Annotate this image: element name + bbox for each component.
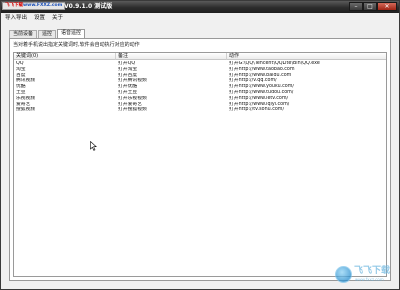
menu-bar: 导入导出 设置 关于 bbox=[1, 13, 399, 23]
keyword-list[interactable]: 关键词(0) 备注 动作 QQ 打开QQ 打开G:\QQ\Tencent\QQL… bbox=[13, 52, 387, 277]
close-button[interactable]: ✕ bbox=[377, 2, 397, 11]
brand-prefix: 飞飞下载 bbox=[5, 3, 23, 8]
tab-current-device[interactable]: 当前设备 bbox=[9, 30, 38, 38]
note-cell: 打开搜狐视频 bbox=[118, 107, 147, 113]
watermark-logo: 飞飞下载 www.fxxz.com bbox=[335, 265, 393, 285]
menu-about[interactable]: 关于 bbox=[52, 14, 63, 22]
watermark-text: 飞飞下载 bbox=[354, 266, 391, 276]
keyword-cell: 搜狐视频 bbox=[16, 107, 36, 113]
column-header-action[interactable]: 动作 bbox=[227, 53, 386, 60]
brand-logo: 飞飞下载www.FXXZ.com bbox=[2, 2, 66, 10]
brand-site: www.FXXZ.com bbox=[23, 3, 63, 8]
tab-strip: 当前设备 遥控 语音遥控 bbox=[9, 29, 86, 38]
list-rows: QQ 打开QQ 打开G:\QQ\Tencent\QQLite\Bin\QQ.ex… bbox=[14, 61, 386, 113]
table-row[interactable]: 搜狐视频 打开搜狐视频 打开http://tv.sohu.com/ bbox=[14, 107, 386, 113]
app-window: 飞飞下载www.FXXZ.com V0.9.1.0 测试版 – □ ✕ 导入导出… bbox=[0, 0, 400, 290]
list-header: 关键词(0) 备注 动作 bbox=[14, 53, 386, 60]
window-controls: – □ ✕ bbox=[349, 2, 397, 12]
minimize-button[interactable]: – bbox=[349, 2, 363, 11]
mouse-pointer-icon bbox=[90, 141, 97, 151]
menu-settings[interactable]: 设置 bbox=[34, 14, 45, 22]
window-title: V0.9.1.0 测试版 bbox=[64, 3, 113, 10]
instruction-text: 当对着手机说出指定关键词时,软件会自动执行对应的动作 bbox=[13, 42, 140, 48]
watermark-globe-icon bbox=[335, 266, 352, 283]
title-bar[interactable]: 飞飞下载www.FXXZ.com V0.9.1.0 测试版 – □ ✕ bbox=[1, 1, 399, 13]
maximize-button[interactable]: □ bbox=[363, 2, 377, 11]
action-cell: 打开http://tv.sohu.com/ bbox=[229, 107, 285, 113]
tab-voice-remote[interactable]: 语音遥控 bbox=[57, 29, 86, 38]
watermark-url: www.fxxz.com bbox=[355, 277, 384, 282]
column-header-note[interactable]: 备注 bbox=[116, 53, 227, 60]
voice-remote-panel: 当对着手机说出指定关键词时,软件会自动执行对应的动作 关键词(0) 备注 动作 … bbox=[9, 38, 391, 281]
column-header-keyword[interactable]: 关键词(0) bbox=[14, 53, 116, 60]
tab-remote[interactable]: 遥控 bbox=[38, 30, 57, 38]
menu-import-export[interactable]: 导入导出 bbox=[5, 14, 27, 22]
